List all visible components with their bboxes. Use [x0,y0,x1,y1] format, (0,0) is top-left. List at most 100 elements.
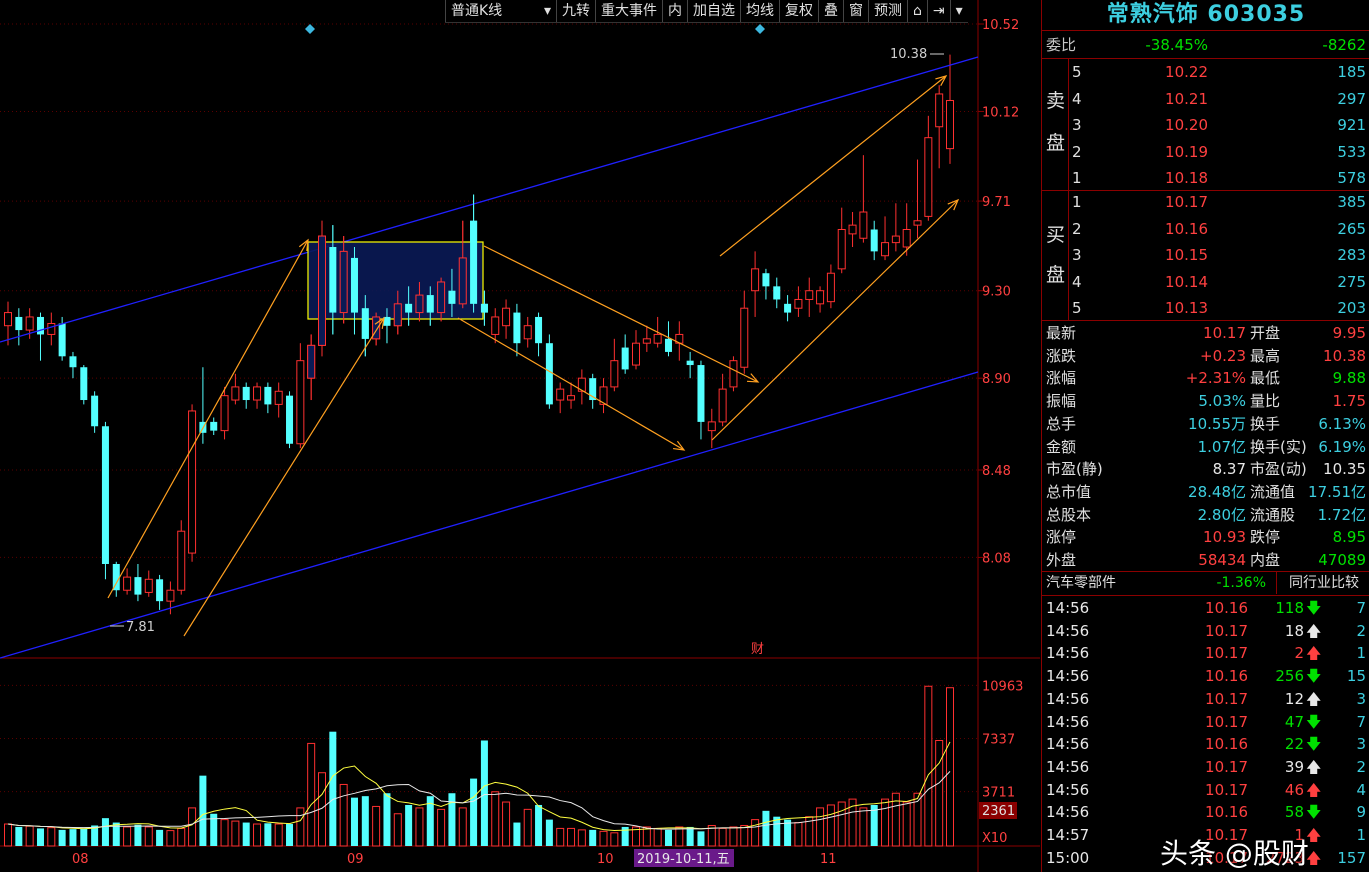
kline-chart-area[interactable]: 10.52 10.12 9.71 9.30 8.90 8.48 8.08 10.38 7.81 财… [0,0,1040,872]
volume-bar-down [134,824,142,846]
candle-body-up [47,323,56,335]
sell-price: 10.21 [1165,89,1208,108]
candle-body-up [253,386,262,401]
trend-arrow-up-2 [183,317,385,637]
candle-body-down [784,303,792,313]
buy-price: 10.16 [1165,219,1208,238]
kline-chart-svg[interactable]: 10.52 10.12 9.71 9.30 8.90 8.48 8.08 10.38 7.81 财… [0,0,1040,872]
sector-compare-button[interactable]: 同行业比较 [1276,572,1369,594]
arrow-right-icon[interactable]: ⇥ [926,0,950,22]
candle-body-up [859,211,868,239]
volume-bar-up [307,742,316,847]
sector-name[interactable]: 汽车零部件 [1046,572,1116,594]
candle-body-up [837,229,846,270]
volume-bar-up [274,823,283,847]
volume-bar-up [393,813,402,847]
tb-window-button[interactable]: 窗 [843,0,868,22]
stat-value: 2.80亿 [1197,505,1246,524]
volume-bar-up [47,827,56,847]
candle-body-up [458,257,467,305]
buy-level: 5 [1072,299,1082,317]
trend-arrow-up-3 [719,75,947,257]
stat-label: 金额 [1046,437,1077,456]
candle-body-down [15,316,23,331]
tb-overlay-button[interactable]: 叠 [818,0,843,22]
candle-body-up [794,298,803,309]
arrow-down-icon: 🡇 [1306,712,1322,731]
volume-bar-down [80,828,88,846]
tick-time: 14:56 [1046,667,1090,686]
tick-count: 1 [1356,644,1366,663]
candle-body-up [610,360,619,388]
tb-forecast-button[interactable]: 预测 [868,0,907,22]
buy-price: 10.15 [1165,246,1208,264]
stat-value: +2.31% [1185,369,1246,388]
tick-volume: 39 [1284,757,1304,776]
tb-add-watch-button[interactable]: 加自选 [687,0,740,22]
stat-value: 1.72亿 [1317,505,1366,524]
volume-bar-up [642,826,651,847]
tick-price: 10.17 [1205,621,1248,640]
kline-type-select[interactable]: 普通K线 ▾ [445,0,556,22]
volume-bar-up [372,805,381,847]
candle-body-down [36,316,44,335]
tb-events-button[interactable]: 重大事件 [595,0,662,22]
tick-price: 10.17 [1205,757,1248,776]
sell-volume: 297 [1337,89,1366,108]
y-tick-label: 10.52 [982,18,1019,33]
trend-arrow-down-2 [457,317,685,451]
candle-body-up [707,421,716,432]
chevron-down-icon[interactable]: ▾ [949,0,968,22]
candle-body-up [751,268,760,292]
candle-body-up [718,388,727,423]
candle-body-down [545,343,553,405]
arrow-down-icon: 🡇 [1306,599,1322,617]
tick-time: 14:56 [1046,803,1090,822]
volume-bar-up [231,820,240,847]
stat-label: 振幅 [1046,392,1077,411]
volume-bar-up [502,801,511,847]
candle-body-down [350,257,358,313]
volume-bar-up [556,827,565,847]
volume-bar-up [881,798,890,847]
volume-bar-up [946,687,954,847]
tb-jiuzhuan-button[interactable]: 九转 [556,0,595,22]
tick-time: 15:00 [1046,848,1090,867]
volume-bar-up [577,829,586,847]
sell-level: 2 [1072,142,1082,161]
volume-tick-label: 10963 [982,679,1023,694]
stat-label: 总手 [1046,414,1077,433]
lock-icon[interactable]: ⌂ [907,0,927,22]
sell-price: 10.18 [1165,169,1208,187]
tb-nei-button[interactable]: 内 [662,0,687,22]
watermark: 头条 @股财 [1160,837,1309,870]
candle-body-down [448,290,456,304]
candle-body-up [891,235,900,244]
stat-value: 47089 [1318,551,1366,569]
stat-value: 6.19% [1318,437,1366,456]
volume-bar-down [383,793,391,846]
tb-ma-button[interactable]: 均线 [740,0,779,22]
tick-volume: 46 [1284,780,1304,799]
stat-value: 9.95 [1332,324,1366,342]
stat-label: 外盘 [1046,551,1077,569]
candle-body-up [177,530,186,591]
stat-value: 10.55万 [1188,414,1246,433]
volume-bar-up [859,807,868,847]
volume-bar-up [599,830,608,847]
tb-adjust-button[interactable]: 复权 [779,0,818,22]
tick-time: 14:56 [1046,599,1090,617]
volume-bar-down [513,822,521,846]
tick-time: 14:56 [1046,780,1090,799]
volume-bar-up [826,804,835,847]
arrow-down-icon: 🡇 [1306,735,1322,754]
tick-time: 14:56 [1046,644,1090,663]
high-marker: 10.38 [890,47,927,62]
volume-bar-down [535,804,543,846]
sell-price: 10.19 [1165,142,1208,161]
stat-label: 内盘 [1250,551,1281,569]
candle-body-down [112,563,120,591]
stat-value: +0.23 [1200,346,1246,365]
candle-body-down [242,386,250,401]
volume-bar-up [491,791,500,847]
